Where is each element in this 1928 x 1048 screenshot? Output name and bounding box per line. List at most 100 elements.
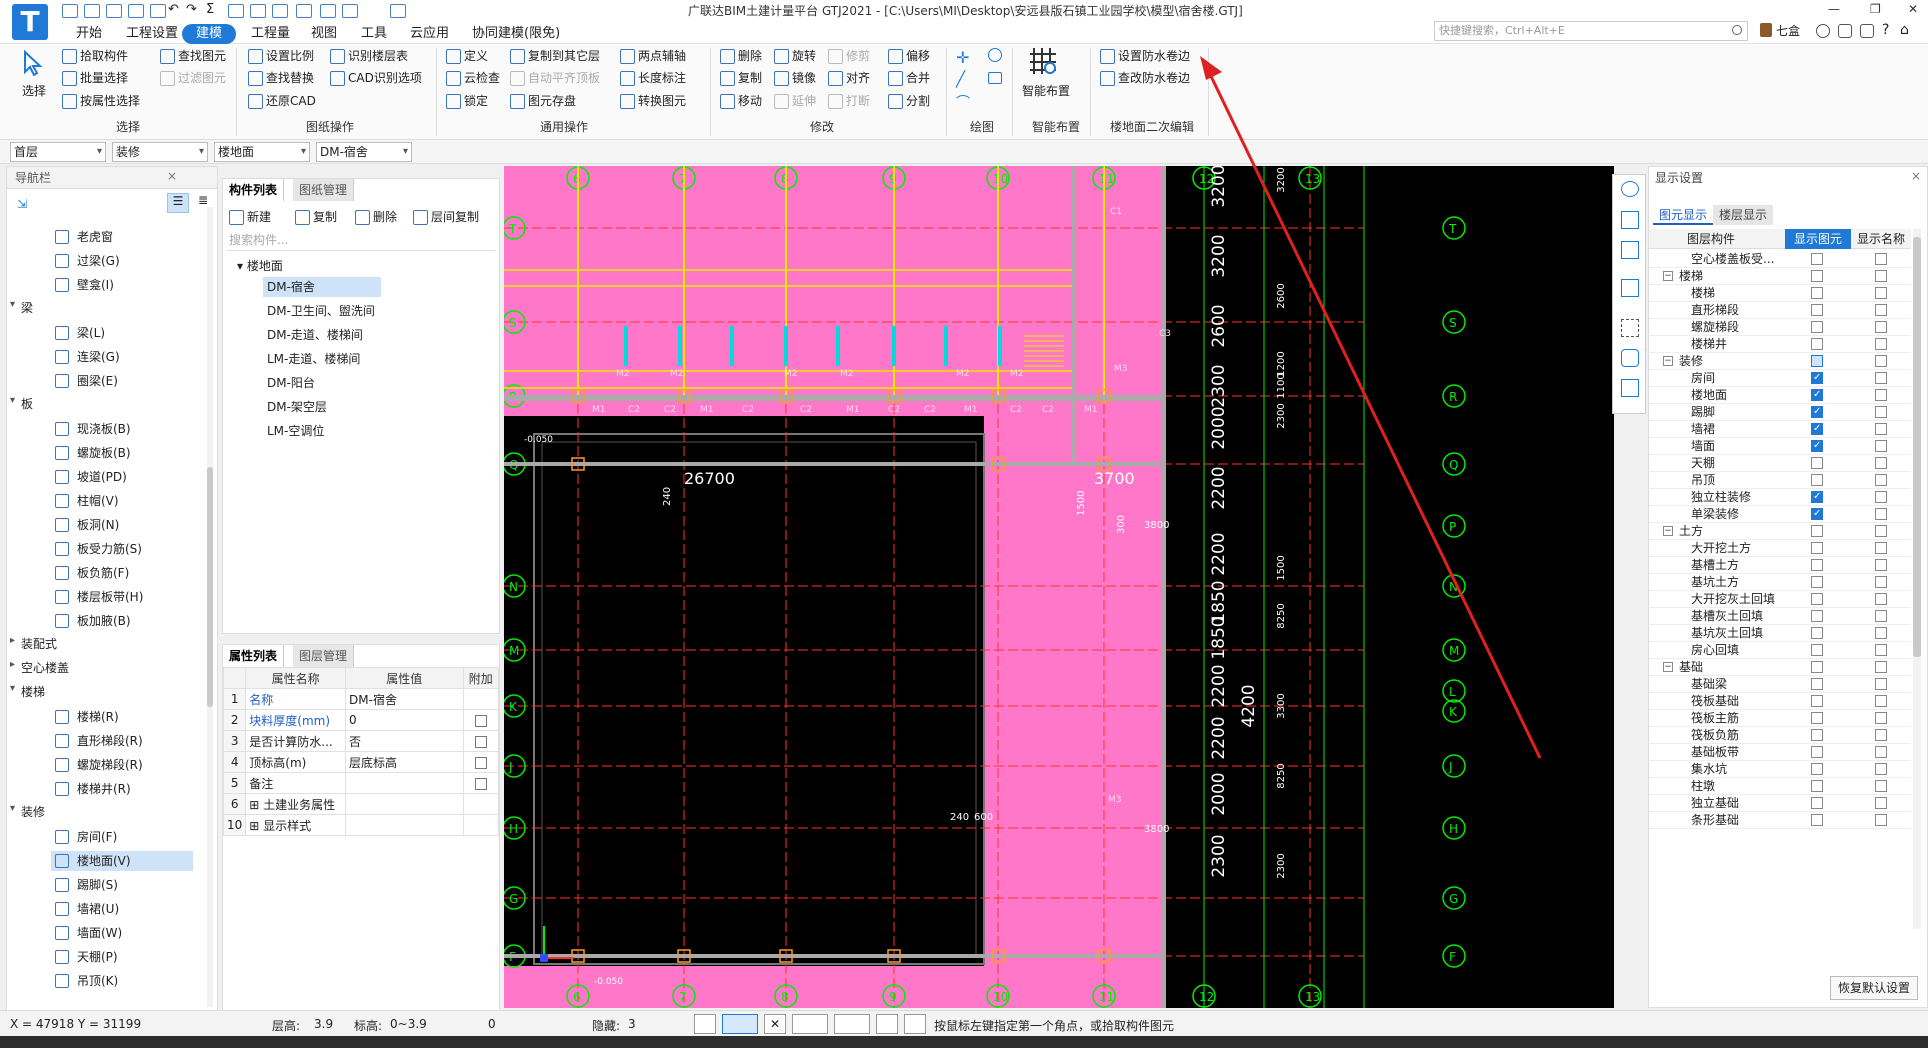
nav-item[interactable]: 柱帽(V) bbox=[51, 491, 193, 511]
nav-item[interactable]: 板受力筋(S) bbox=[51, 539, 193, 559]
nav-scroll-thumb[interactable] bbox=[207, 467, 213, 707]
split-button[interactable]: 分割 bbox=[888, 91, 930, 111]
nav-item[interactable]: 板加腋(B) bbox=[51, 611, 193, 631]
tab-drawing-management[interactable]: 图纸管理 bbox=[293, 179, 355, 201]
smart-layout-icon[interactable] bbox=[1028, 46, 1058, 76]
view-cube-icon[interactable] bbox=[1621, 241, 1639, 259]
component-type-select[interactable]: 楼地面 bbox=[214, 142, 310, 162]
show-name-checkbox[interactable] bbox=[1875, 627, 1887, 639]
tab-property-list[interactable]: 属性列表 bbox=[223, 645, 285, 667]
nav-group[interactable]: 装修 bbox=[10, 803, 45, 820]
restore-window-icon[interactable]: ❐ bbox=[1870, 2, 1881, 16]
tab-component-list[interactable]: 构件列表 bbox=[223, 179, 285, 201]
undo-icon[interactable]: ↶ bbox=[168, 2, 179, 17]
find-replace-button[interactable]: 查找替换 bbox=[248, 68, 314, 88]
offset-button[interactable]: 偏移 bbox=[888, 46, 930, 66]
show-element-checkbox[interactable] bbox=[1811, 729, 1823, 741]
category-select[interactable]: 装修 bbox=[112, 142, 208, 162]
view-3d-icon[interactable] bbox=[1621, 211, 1639, 229]
expand-icon[interactable]: ⊞ bbox=[249, 819, 263, 833]
show-name-checkbox[interactable] bbox=[1875, 253, 1887, 265]
menu-5[interactable]: 工具 bbox=[355, 24, 393, 44]
smart-layout-button[interactable]: 智能布置 bbox=[1022, 82, 1070, 99]
view-top-icon[interactable] bbox=[1621, 279, 1639, 297]
show-name-checkbox[interactable] bbox=[1875, 644, 1887, 656]
set-waterproof-edge-button[interactable]: 设置防水卷边 bbox=[1100, 46, 1190, 66]
show-name-checkbox[interactable] bbox=[1875, 270, 1887, 282]
dynamic-input-icon[interactable] bbox=[876, 1014, 898, 1034]
restore-defaults-button[interactable]: 恢复默认设置 bbox=[1830, 976, 1918, 1000]
nav-item[interactable]: 楼地面(V) bbox=[51, 851, 193, 871]
show-element-checkbox[interactable] bbox=[1811, 505, 1823, 522]
copy-component-button[interactable]: 复制 bbox=[295, 207, 337, 227]
show-element-checkbox[interactable] bbox=[1811, 610, 1823, 622]
nav-item[interactable]: 板负筋(F) bbox=[51, 563, 193, 583]
new-component-button[interactable]: 新建 bbox=[229, 207, 271, 227]
show-element-checkbox[interactable] bbox=[1811, 542, 1823, 554]
nav-item[interactable]: 圈梁(E) bbox=[51, 371, 193, 391]
nav-item[interactable]: 过梁(G) bbox=[51, 251, 193, 271]
open-file-icon[interactable] bbox=[84, 4, 100, 18]
copy-to-other-floor-button[interactable]: 复制到其它层 bbox=[510, 46, 600, 66]
property-row[interactable]: 6 ⊞ 土建业务属性 bbox=[222, 793, 500, 815]
show-element-checkbox[interactable] bbox=[1811, 695, 1823, 707]
collapse-icon[interactable]: − bbox=[1663, 356, 1673, 366]
tab-element-display[interactable]: 图元显示 bbox=[1653, 205, 1714, 225]
show-name-checkbox[interactable] bbox=[1875, 304, 1887, 316]
show-element-checkbox[interactable] bbox=[1811, 270, 1823, 282]
show-element-checkbox[interactable] bbox=[1811, 763, 1823, 775]
link-icon[interactable] bbox=[320, 4, 336, 18]
nav-close-icon[interactable]: × bbox=[167, 169, 177, 183]
check-waterproof-edge-button[interactable]: 查改防水卷边 bbox=[1100, 68, 1190, 88]
nav-item[interactable]: 老虎窗 bbox=[51, 227, 193, 247]
nav-pin-icon[interactable]: ⇲ bbox=[17, 197, 27, 211]
show-name-checkbox[interactable] bbox=[1875, 576, 1887, 588]
show-name-checkbox[interactable] bbox=[1875, 491, 1887, 503]
message-icon[interactable] bbox=[1838, 24, 1852, 38]
show-name-checkbox[interactable] bbox=[1875, 797, 1887, 809]
property-row[interactable]: 2 块料厚度(mm) 0 bbox=[222, 709, 500, 731]
show-element-checkbox[interactable] bbox=[1811, 678, 1823, 690]
show-name-checkbox[interactable] bbox=[1875, 321, 1887, 333]
property-row[interactable]: 3 是否计算防水... 否 bbox=[222, 730, 500, 752]
property-row[interactable]: 5 备注 bbox=[222, 772, 500, 794]
nav-item[interactable]: 天棚(P) bbox=[51, 947, 193, 967]
pick-component-button[interactable]: 拾取构件 bbox=[62, 46, 128, 66]
restore-cad-button[interactable]: 还原CAD bbox=[248, 91, 316, 111]
show-element-checkbox[interactable] bbox=[1811, 525, 1823, 537]
move-button[interactable]: 移动 bbox=[720, 91, 762, 111]
nav-item[interactable]: 梁(L) bbox=[51, 323, 193, 343]
nav-item[interactable]: 壁龛(I) bbox=[51, 275, 193, 295]
show-element-checkbox[interactable] bbox=[1811, 287, 1823, 299]
close-icon[interactable]: ✕ bbox=[1908, 2, 1918, 16]
search-icon[interactable] bbox=[1732, 25, 1742, 35]
menu-7[interactable]: 协同建模(限免) bbox=[466, 24, 566, 44]
show-element-checkbox[interactable] bbox=[1811, 780, 1823, 792]
nav-item[interactable]: 踢脚(S) bbox=[51, 875, 193, 895]
layer-icon[interactable] bbox=[1621, 349, 1639, 367]
draw-line-icon[interactable]: ╱ bbox=[956, 70, 965, 88]
show-name-checkbox[interactable] bbox=[1875, 338, 1887, 350]
show-element-checkbox[interactable] bbox=[1811, 627, 1823, 639]
cad-options-button[interactable]: CAD识别选项 bbox=[330, 68, 422, 88]
nav-item[interactable]: 墙面(W) bbox=[51, 923, 193, 943]
show-element-checkbox[interactable] bbox=[1811, 420, 1823, 437]
list-view-icon[interactable]: ☰ bbox=[167, 193, 189, 213]
sum-icon[interactable]: Σ bbox=[206, 2, 214, 17]
convert-element-button[interactable]: 转换图元 bbox=[620, 91, 686, 111]
show-name-checkbox[interactable] bbox=[1875, 780, 1887, 792]
save-icon[interactable] bbox=[106, 4, 122, 18]
show-element-checkbox[interactable] bbox=[1811, 559, 1823, 571]
draw-arc-icon[interactable]: ⌒ bbox=[956, 92, 970, 112]
auto-align-slab-button[interactable]: 自动平齐顶板 bbox=[510, 68, 600, 88]
property-row[interactable]: 10 ⊞ 显示样式 bbox=[222, 814, 500, 836]
identify-floor-table-button[interactable]: 识别楼层表 bbox=[330, 46, 408, 66]
nav-item[interactable]: 连梁(G) bbox=[51, 347, 193, 367]
show-element-checkbox[interactable] bbox=[1811, 661, 1823, 673]
tab-layer-management[interactable]: 图层管理 bbox=[293, 645, 355, 667]
show-name-checkbox[interactable] bbox=[1875, 542, 1887, 554]
show-name-checkbox[interactable] bbox=[1875, 661, 1887, 673]
extra-checkbox[interactable] bbox=[474, 777, 487, 790]
component-item[interactable]: DM-宿舍 bbox=[263, 277, 381, 297]
pin-icon[interactable]: ⌂ bbox=[1900, 22, 1909, 38]
